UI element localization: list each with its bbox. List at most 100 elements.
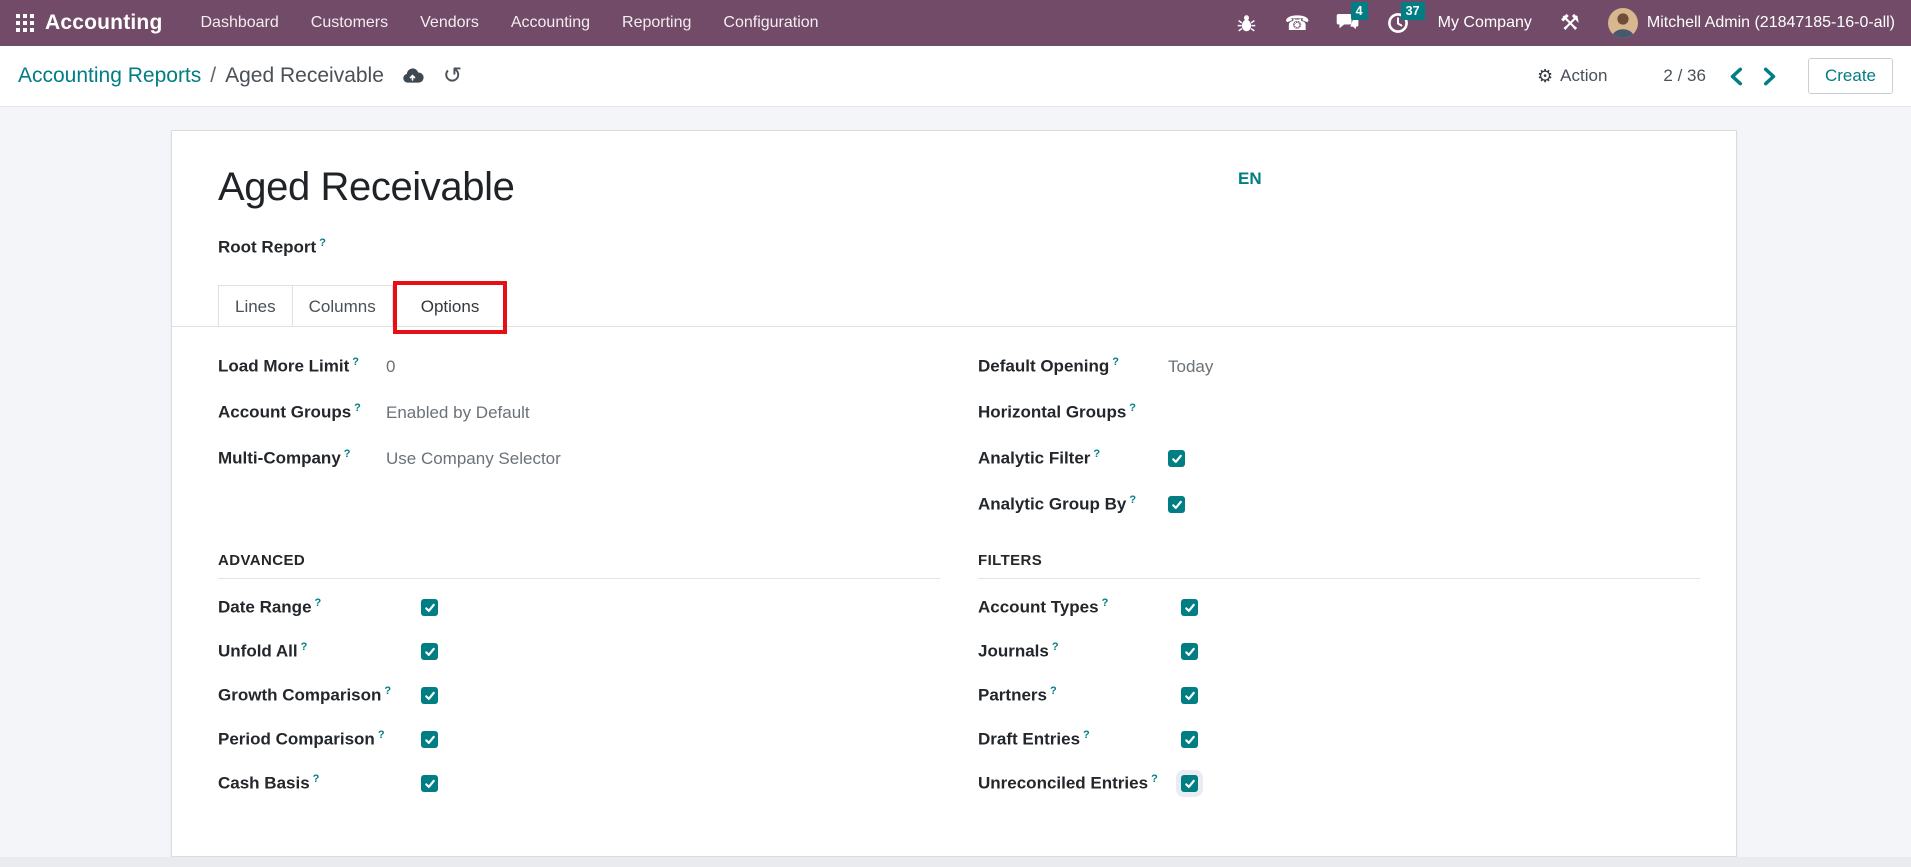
field-label: Load More Limit? [218,356,386,377]
report-title[interactable]: Aged Receivable [218,164,1700,210]
app-switcher[interactable]: Accounting [16,11,163,35]
help-question-mark: ? [1129,494,1136,506]
menu-customers[interactable]: Customers [295,0,404,46]
field-account-groups: Account Groups? Enabled by Default [218,390,940,436]
help-question-mark: ? [378,729,385,741]
field-label: Multi-Company? [218,448,386,469]
help-question-mark: ? [319,237,326,249]
checkbox-cash-basis[interactable] [421,775,438,792]
menu-configuration[interactable]: Configuration [707,0,834,46]
field-analytic-group-by: Analytic Group By? [978,482,1700,528]
menu-accounting[interactable]: Accounting [495,0,606,46]
row-cash-basis: Cash Basis? [218,762,940,806]
help-question-mark: ? [315,597,322,609]
messages-count-badge: 4 [1351,2,1368,20]
help-question-mark: ? [1129,402,1136,414]
field-label: Date Range? [218,597,421,618]
breadcrumb: Accounting Reports / Aged Receivable [18,64,384,88]
debug-bug-icon[interactable] [1235,11,1259,35]
record-pager: 2 / 36 [1663,66,1706,86]
user-avatar[interactable] [1608,8,1638,38]
chevron-left-icon[interactable] [1728,67,1743,86]
row-journals: Journals? [978,630,1700,674]
root-report-label: Root Report [218,238,316,257]
save-cloud-icon[interactable] [401,65,424,88]
tab-columns[interactable]: Columns [292,285,393,326]
field-label: Analytic Group By? [978,494,1168,515]
field-label: Account Groups? [218,402,386,423]
action-menu-button[interactable]: ⚙ Action [1537,66,1607,87]
topbar-right: ☎ 4 37 My Company ⚒ Mitchell Admin (2184… [1209,8,1895,38]
field-label: Horizontal Groups? [978,402,1168,423]
tab-options-label: Options [421,297,480,316]
advanced-heading: ADVANCED [218,552,940,569]
section-divider [218,578,940,579]
notebook-tabs: Lines Columns Options [172,285,1736,327]
breadcrumb-parent-link[interactable]: Accounting Reports [18,64,201,88]
menu-vendors[interactable]: Vendors [404,0,495,46]
help-question-mark: ? [1112,356,1119,368]
tab-lines[interactable]: Lines [218,285,293,326]
create-button[interactable]: Create [1808,58,1893,94]
horizontal-scrollbar-track[interactable] [0,857,1911,867]
field-label: Growth Comparison? [218,685,421,706]
app-name[interactable]: Accounting [45,11,163,35]
field-value[interactable]: Use Company Selector [386,449,561,469]
field-label: Cash Basis? [218,773,421,794]
breadcrumb-separator: / [210,64,216,88]
checkbox-unfold-all[interactable] [421,643,438,660]
checkbox-date-range[interactable] [421,599,438,616]
help-question-mark: ? [352,356,359,368]
apps-grid-icon[interactable] [16,14,34,32]
field-analytic-filter: Analytic Filter? [978,436,1700,482]
help-question-mark: ? [1102,597,1109,609]
field-value[interactable]: Enabled by Default [386,403,530,423]
section-divider [978,578,1700,579]
messages-icon[interactable]: 4 [1336,11,1360,35]
row-partners: Partners? [978,674,1700,718]
tab-options[interactable]: Options [400,285,501,326]
field-label: Partners? [978,685,1181,706]
gear-icon: ⚙ [1537,66,1553,87]
help-question-mark: ? [344,448,351,460]
field-default-opening: Default Opening? Today [978,344,1700,390]
discard-undo-icon[interactable]: ↺ [443,65,462,88]
menu-reporting[interactable]: Reporting [606,0,707,46]
tools-icon[interactable]: ⚒ [1558,11,1582,35]
language-toggle[interactable]: EN [1238,169,1262,189]
menu-dashboard[interactable]: Dashboard [185,0,295,46]
fields-left-column: Load More Limit? 0 Account Groups? Enabl… [218,344,940,528]
checkbox-period-comparison[interactable] [421,731,438,748]
field-label: Journals? [978,641,1181,662]
fields-right-column: Default Opening? Today Horizontal Groups… [978,344,1700,528]
checkbox-journals[interactable] [1181,643,1198,660]
chevron-right-icon[interactable] [1763,67,1778,86]
filters-section: FILTERS Account Types? Journals? Partner… [978,552,1700,806]
checkbox-unreconciled-entries[interactable] [1181,775,1198,792]
field-value[interactable]: Today [1168,357,1213,377]
row-unreconciled-entries: Unreconciled Entries? [978,762,1700,806]
root-report-field: Root Report? [218,237,1700,258]
activities-count-badge: 37 [1401,2,1425,20]
checkbox-draft-entries[interactable] [1181,731,1198,748]
help-question-mark: ? [1050,685,1057,697]
user-menu[interactable]: Mitchell Admin (21847185-16-0-all) [1647,14,1895,32]
checkbox-partners[interactable] [1181,687,1198,704]
top-navbar: Accounting Dashboard Customers Vendors A… [0,0,1911,46]
checkbox-analytic-group-by[interactable] [1168,496,1185,513]
control-panel-right: ⚙ Action 2 / 36 Create [1537,58,1893,94]
row-growth-comparison: Growth Comparison? [218,674,940,718]
field-load-more-limit: Load More Limit? 0 [218,344,940,390]
phone-voip-icon[interactable]: ☎ [1285,11,1310,35]
company-switcher[interactable]: My Company [1438,14,1532,32]
checkbox-account-types[interactable] [1181,599,1198,616]
help-question-mark: ? [1093,448,1100,460]
field-value[interactable]: 0 [386,357,395,377]
activities-clock-icon[interactable]: 37 [1386,11,1410,35]
checkbox-growth-comparison[interactable] [421,687,438,704]
form-sheet: Aged Receivable EN Root Report? Lines Co… [171,130,1737,857]
main-menu: Dashboard Customers Vendors Accounting R… [185,0,835,46]
checkbox-analytic-filter[interactable] [1168,450,1185,467]
row-account-types: Account Types? [978,586,1700,630]
field-label: Unreconciled Entries? [978,773,1181,794]
